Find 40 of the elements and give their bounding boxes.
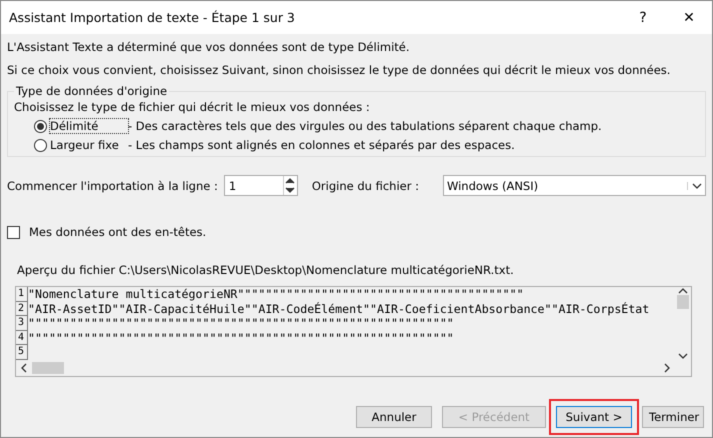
- close-button[interactable]: ✕: [666, 10, 712, 26]
- option-description: - Des caractères tels que des virgules ou des tabulations séparent chaque champ.: [128, 119, 602, 133]
- prompt-text: Choisissez le type de fichier qui décrit le mieux vos données :: [14, 100, 371, 114]
- radio-button[interactable]: [34, 138, 47, 152]
- wizard-button[interactable]: Annuler: [356, 406, 432, 428]
- scroll-up-icon[interactable]: [678, 287, 688, 295]
- radio-button[interactable]: [34, 120, 47, 132]
- preview-line: """"""""""""""""""""""""""""""""""""""""""""""""""""""""""""": [28, 330, 454, 345]
- preview-label: Aperçu du fichier C:\Users\NicolasREVUE\Desktop\Nomenclature multicatégorieNR.txt.: [17, 263, 515, 277]
- preview-line: "Nomenclature multicatégorieNR""""""""""""""""""""""""""""""""""""""""": [28, 287, 524, 302]
- option-label[interactable]: Largeur fixe: [50, 138, 128, 152]
- line-number: 1: [16, 287, 28, 302]
- preview-line: "AIR-AssetID""AIR-CapacitéHuile""AIR-CodeÉlément""AIR-CoeficientAbsorbance""AIR-CorpsÉtat: [28, 302, 650, 316]
- wizard-button[interactable]: Suivant >: [556, 406, 632, 428]
- scroll-down-icon[interactable]: [678, 352, 688, 360]
- scroll-right-icon[interactable]: [663, 363, 671, 373]
- window-title: Assistant Importation de texte - Étape 1 sur 3: [9, 10, 296, 25]
- checkbox[interactable]: [7, 226, 20, 238]
- dropdown-chevron-icon[interactable]: [692, 182, 702, 190]
- spin-up-icon[interactable]: [285, 176, 296, 185]
- preview-line: """"""""""""""""""""""""""""""""""""""""""""""""""""""""""""": [28, 316, 454, 330]
- wizard-button[interactable]: Terminer: [642, 406, 704, 428]
- checkbox-label[interactable]: Mes données ont des en-têtes.: [29, 225, 206, 239]
- scroll-thumb[interactable]: [677, 295, 689, 309]
- start-row-label: Commencer l'importation à la ligne :: [7, 178, 218, 192]
- line-number: 3: [16, 316, 28, 330]
- option-label[interactable]: Délimité: [50, 119, 128, 133]
- option-description: - Les champs sont alignés en colonnes et séparés par des espaces.: [128, 138, 515, 152]
- spin-down-icon[interactable]: [285, 186, 296, 194]
- help-button[interactable]: ?: [620, 10, 666, 26]
- line-number: 2: [16, 302, 28, 316]
- origin-label: Origine du fichier :: [312, 178, 419, 192]
- start-row-spinner[interactable]: 1: [224, 175, 298, 196]
- line-number: 4: [16, 330, 28, 345]
- scroll-thumb[interactable]: [32, 362, 64, 374]
- scroll-left-icon[interactable]: [20, 363, 28, 373]
- group-title: Type de données d'origine: [15, 84, 168, 98]
- intro-text: L'Assistant Texte a déterminé que vos données sont de type Délimité.: [7, 40, 411, 54]
- intro-text: Si ce choix vous convient, choisissez Suivant, sinon choisissez le type de données qui décrit le mieux vos données.: [7, 63, 672, 77]
- origin-dropdown[interactable]: Windows (ANSI): [442, 175, 706, 196]
